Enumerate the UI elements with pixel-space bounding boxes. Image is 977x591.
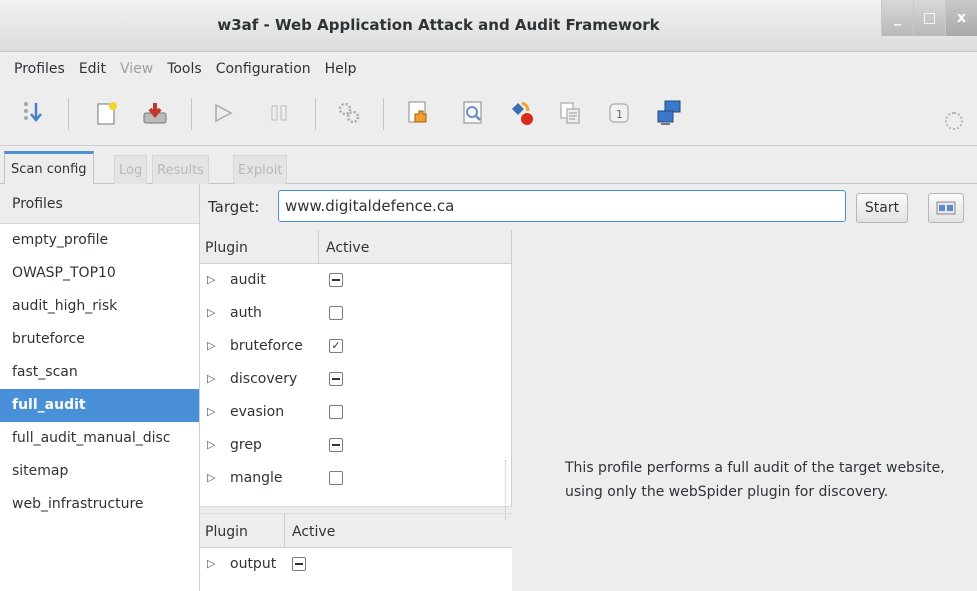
advanced-target-button[interactable]	[928, 193, 964, 223]
manual-request-icon[interactable]	[404, 98, 434, 128]
tab-exploit[interactable]: Exploit	[233, 155, 288, 184]
target-row: Target: Start	[200, 184, 977, 230]
encode-decode-icon[interactable]	[508, 98, 538, 128]
plugin-row-grep[interactable]: ▷ grep	[200, 429, 511, 462]
close-button[interactable]: x	[945, 0, 977, 36]
plugin-row-discovery[interactable]: ▷ discovery	[200, 363, 511, 396]
vertical-splitter[interactable]	[505, 460, 509, 520]
expander-arrow-icon[interactable]: ▷	[207, 273, 215, 286]
active-column-header[interactable]: Active	[326, 240, 369, 256]
plugin-name: evasion	[230, 404, 285, 420]
output-tree-header: Plugin Active	[200, 514, 512, 548]
menu-profiles[interactable]: Profiles	[14, 61, 65, 77]
profiles-header[interactable]: Profiles	[0, 184, 199, 224]
active-column-header[interactable]: Active	[292, 524, 335, 540]
plugin-name: grep	[230, 437, 262, 453]
expander-arrow-icon[interactable]: ▷	[207, 339, 215, 352]
target-label: Target:	[208, 198, 260, 216]
advanced-target-icon	[936, 201, 956, 215]
profile-description: This profile performs a full audit of th…	[565, 460, 945, 500]
menu-help[interactable]: Help	[325, 61, 357, 77]
save-profile-icon[interactable]	[140, 98, 170, 128]
tab-log[interactable]: Log	[114, 155, 148, 184]
plugin-row-mangle[interactable]: ▷ mangle	[200, 462, 511, 495]
window-controls: _ □ x	[881, 0, 977, 36]
menu-bar: Profiles Edit View Tools Configuration H…	[0, 52, 977, 86]
play-icon[interactable]	[208, 98, 238, 128]
plugin-row-output[interactable]: ▷ output	[200, 548, 512, 581]
start-button[interactable]: Start	[856, 193, 908, 223]
export-request-icon[interactable]	[555, 98, 585, 128]
profile-description-pane: This profile performs a full audit of th…	[513, 230, 977, 591]
profile-item-audit-high-risk[interactable]: audit_high_risk	[0, 290, 199, 323]
expander-arrow-icon[interactable]: ▷	[207, 372, 215, 385]
output-tree: ▷ output	[200, 548, 512, 581]
profile-item-owasp-top10[interactable]: OWASP_TOP10	[0, 257, 199, 290]
target-input[interactable]	[278, 190, 846, 222]
plugin-name: bruteforce	[230, 338, 303, 354]
new-profile-icon[interactable]	[92, 98, 122, 128]
profile-item-empty-profile[interactable]: empty_profile	[0, 224, 199, 257]
title-bar: w3af - Web Application Attack and Audit …	[0, 0, 977, 52]
expander-arrow-icon[interactable]: ▷	[207, 557, 215, 570]
output-plugin-pane: Plugin Active ▷ output	[200, 514, 512, 591]
active-checkbox[interactable]	[329, 372, 343, 386]
active-checkbox[interactable]	[329, 438, 343, 452]
plugin-name: discovery	[230, 371, 298, 387]
active-checkbox[interactable]: ✓	[329, 339, 343, 353]
expander-arrow-icon[interactable]: ▷	[207, 405, 215, 418]
active-checkbox[interactable]	[292, 557, 306, 571]
toolbar: 1	[0, 86, 977, 146]
expander-arrow-icon[interactable]: ▷	[207, 471, 215, 484]
maximize-button[interactable]: □	[913, 0, 945, 36]
profile-item-fast-scan[interactable]: fast_scan	[0, 356, 199, 389]
menu-configuration[interactable]: Configuration	[216, 61, 311, 77]
svg-text:1: 1	[616, 108, 623, 121]
plugin-row-evasion[interactable]: ▷ evasion	[200, 396, 511, 429]
plugin-name: auth	[230, 305, 262, 321]
plugin-name: audit	[230, 272, 266, 288]
pause-icon[interactable]	[264, 98, 294, 128]
gears-icon[interactable]	[334, 98, 364, 128]
menu-edit[interactable]: Edit	[79, 61, 106, 77]
window-title: w3af - Web Application Attack and Audit …	[217, 16, 660, 34]
active-checkbox[interactable]	[329, 273, 343, 287]
plugin-column-header[interactable]: Plugin	[205, 524, 248, 540]
active-checkbox[interactable]	[329, 471, 343, 485]
compare-icon[interactable]: 1	[604, 98, 634, 128]
profile-item-bruteforce[interactable]: bruteforce	[0, 323, 199, 356]
plugin-row-bruteforce[interactable]: ▷ bruteforce ✓	[200, 330, 511, 363]
profiles-list: Profiles empty_profile OWASP_TOP10 audit…	[0, 184, 200, 591]
active-checkbox[interactable]	[329, 405, 343, 419]
tab-results[interactable]: Results	[152, 155, 209, 184]
plugin-name: output	[230, 556, 277, 572]
profile-item-web-infrastructure[interactable]: web_infrastructure	[0, 488, 199, 521]
plugin-pane: Plugin Active ▷ audit ▷ auth ▷ bruteforce ✓ ▷ di…	[200, 230, 512, 591]
plugin-column-header[interactable]: Plugin	[205, 240, 248, 256]
plugin-name: mangle	[230, 470, 283, 486]
profile-item-full-audit[interactable]: full_audit	[0, 389, 199, 422]
plugin-row-audit[interactable]: ▷ audit	[200, 264, 511, 297]
plugin-tree: ▷ audit ▷ auth ▷ bruteforce ✓ ▷ discovery ▷ evasio…	[200, 264, 511, 495]
proxy-icon[interactable]	[654, 98, 684, 128]
throbber-icon	[945, 112, 963, 130]
expander-arrow-icon[interactable]: ▷	[207, 306, 215, 319]
menu-view[interactable]: View	[120, 61, 153, 77]
plugin-tree-header: Plugin Active	[200, 230, 511, 264]
pane-splitter[interactable]	[200, 506, 512, 514]
menu-tools[interactable]: Tools	[167, 61, 202, 77]
profile-item-sitemap[interactable]: sitemap	[0, 455, 199, 488]
profile-item-full-audit-manual-disc[interactable]: full_audit_manual_disc	[0, 422, 199, 455]
plugin-row-auth[interactable]: ▷ auth	[200, 297, 511, 330]
minimize-button[interactable]: _	[881, 0, 913, 36]
notebook-tabs: Scan config Log Results Exploit	[0, 146, 977, 185]
expander-arrow-icon[interactable]: ▷	[207, 438, 215, 451]
tab-scan-config[interactable]: Scan config	[4, 151, 94, 185]
fuzzy-request-icon[interactable]	[458, 98, 488, 128]
active-checkbox[interactable]	[329, 306, 343, 320]
wizard-icon[interactable]	[18, 98, 48, 128]
